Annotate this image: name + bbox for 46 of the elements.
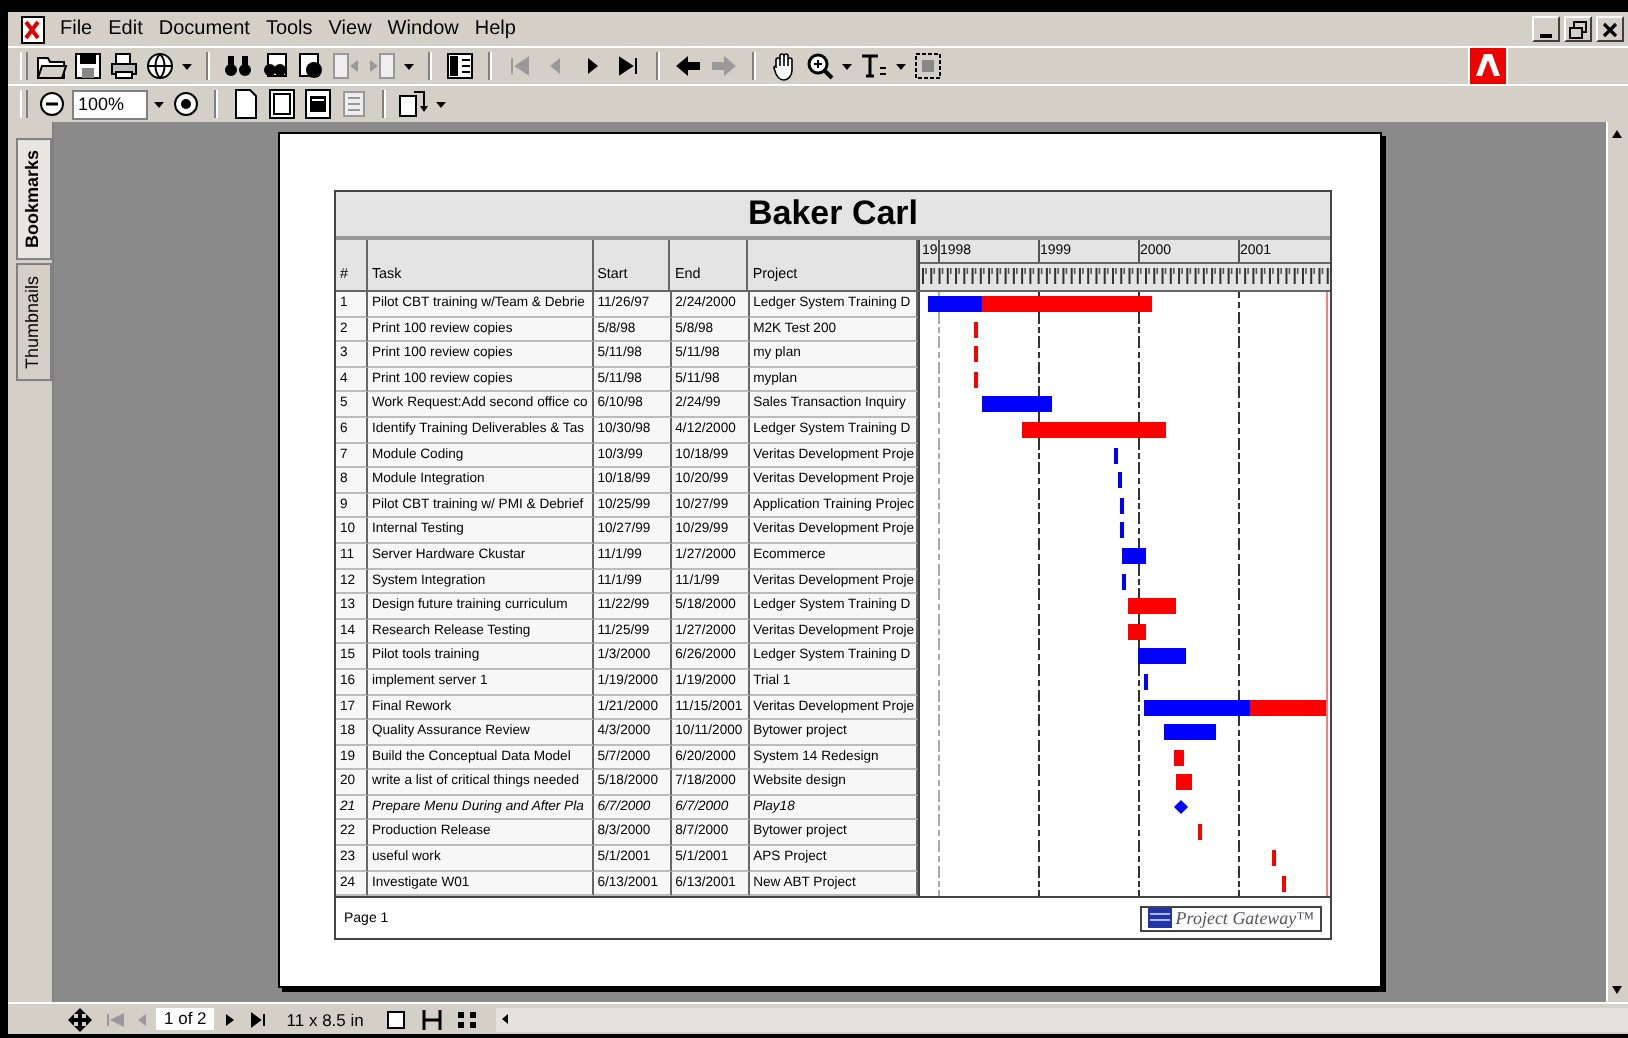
save-icon[interactable] bbox=[72, 50, 104, 82]
menu-item[interactable]: Document bbox=[150, 18, 258, 40]
logo-icon[interactable] bbox=[1468, 46, 1508, 86]
menu-item[interactable]: File bbox=[52, 18, 101, 40]
menu-item[interactable]: Help bbox=[466, 18, 524, 40]
page-left-icon bbox=[330, 50, 362, 82]
vertical-scrollbar[interactable] bbox=[1606, 122, 1628, 1002]
zoom-field[interactable]: 100% bbox=[72, 89, 148, 119]
move-icon[interactable] bbox=[64, 1003, 96, 1035]
menu-item[interactable]: Window bbox=[379, 18, 467, 40]
scroll-up-icon[interactable] bbox=[1608, 126, 1626, 144]
report-title: Baker Carl bbox=[336, 192, 1330, 240]
minimize-button[interactable] bbox=[1532, 16, 1560, 42]
graphics-select-icon[interactable] bbox=[912, 50, 944, 82]
menu-item[interactable]: Edit bbox=[100, 18, 151, 40]
side-tab[interactable]: Thumbnails bbox=[16, 264, 52, 382]
minimize-icon bbox=[1540, 33, 1552, 37]
gateway-icon bbox=[1147, 908, 1172, 929]
zoom-out-icon[interactable] bbox=[36, 88, 68, 120]
fit-width-icon[interactable] bbox=[302, 88, 334, 120]
menu-item[interactable]: Tools bbox=[257, 18, 321, 40]
restore-button[interactable] bbox=[1564, 16, 1592, 42]
fit-page-icon[interactable] bbox=[266, 88, 298, 120]
close-button[interactable] bbox=[1596, 16, 1624, 42]
binoculars-icon[interactable] bbox=[222, 50, 254, 82]
page-right-icon bbox=[366, 50, 398, 82]
app-icon[interactable] bbox=[20, 15, 48, 43]
page-size-label: 11 x 8.5 in bbox=[284, 1009, 366, 1029]
text-select-icon[interactable] bbox=[858, 50, 890, 82]
globe-icon[interactable] bbox=[144, 50, 176, 82]
search-document-icon[interactable] bbox=[258, 50, 290, 82]
back-arrow-icon[interactable] bbox=[672, 50, 704, 82]
menu-item[interactable]: View bbox=[320, 18, 380, 40]
horizontal-scrollbar[interactable] bbox=[495, 1007, 1628, 1031]
forward-arrow-icon bbox=[708, 50, 740, 82]
brand-name: Project Gateway™ bbox=[1175, 908, 1314, 929]
reflow-icon bbox=[338, 88, 370, 120]
restore-icon bbox=[1568, 19, 1588, 39]
navigation-pane-icon[interactable] bbox=[444, 50, 476, 82]
document-sphere-icon[interactable] bbox=[294, 50, 326, 82]
close-icon bbox=[1600, 19, 1620, 39]
side-tab[interactable]: Bookmarks bbox=[16, 138, 52, 261]
print-icon[interactable] bbox=[108, 50, 140, 82]
page-field[interactable]: 1 of 2 bbox=[156, 1008, 215, 1030]
scroll-down-icon[interactable] bbox=[1608, 980, 1626, 998]
rotate-icon[interactable] bbox=[398, 88, 430, 120]
